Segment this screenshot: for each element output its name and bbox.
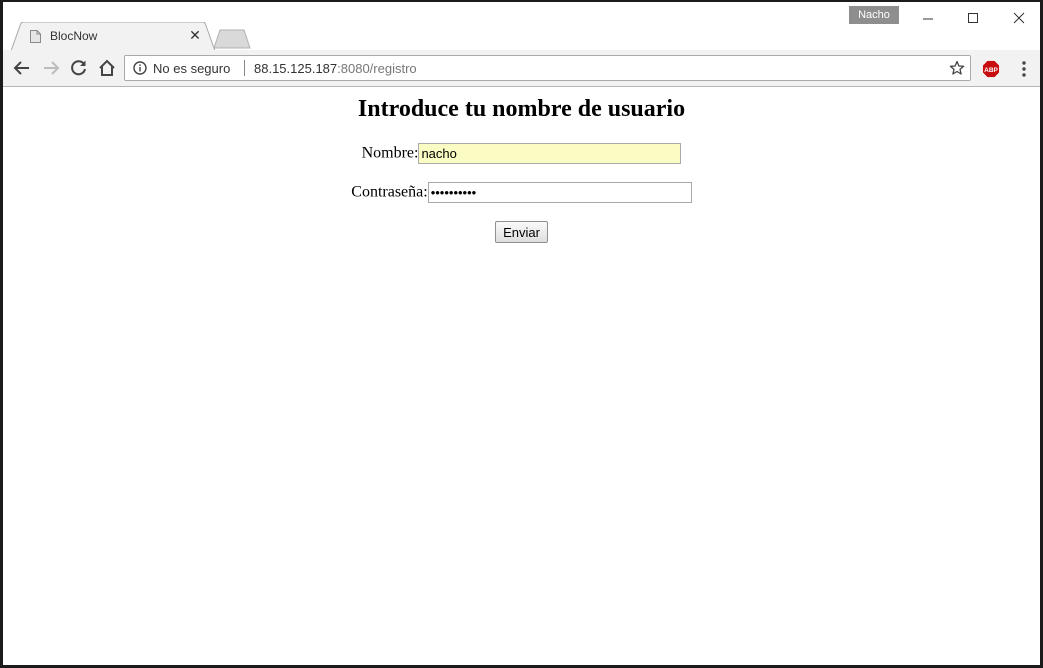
page-content: Introduce tu nombre de usuario Nombre: C… xyxy=(3,87,1040,665)
maximize-icon xyxy=(968,13,978,23)
adblock-icon[interactable]: ABP xyxy=(982,60,1000,78)
title-bar: BlocNow ✕ Nacho xyxy=(3,2,1040,51)
page-icon xyxy=(30,30,41,43)
adblock-label: ABP xyxy=(984,67,998,74)
name-row: Nombre: xyxy=(3,143,1040,164)
name-label: Nombre: xyxy=(361,144,419,162)
tab-blocnow[interactable]: BlocNow ✕ xyxy=(11,22,215,51)
info-icon[interactable] xyxy=(133,61,147,75)
new-tab-button[interactable] xyxy=(213,29,251,49)
bookmark-star-icon[interactable] xyxy=(949,60,965,76)
address-bar[interactable]: No es seguro 88.15.125.187:8080/registro xyxy=(124,55,971,81)
address-divider xyxy=(244,60,245,76)
url-host: 88.15.125.187 xyxy=(254,61,338,76)
back-icon[interactable] xyxy=(13,59,31,77)
security-status-text[interactable]: No es seguro xyxy=(153,61,230,76)
name-input[interactable] xyxy=(418,143,682,164)
minimize-button[interactable] xyxy=(914,6,944,30)
maximize-button[interactable] xyxy=(959,6,989,30)
url-text[interactable]: 88.15.125.187:8080/registro xyxy=(254,61,417,76)
submit-row: Enviar xyxy=(3,221,1040,243)
reload-icon[interactable] xyxy=(70,59,88,77)
password-label: Contraseña: xyxy=(351,183,428,201)
password-input[interactable] xyxy=(427,182,692,203)
close-window-button[interactable] xyxy=(1005,6,1035,30)
home-icon[interactable] xyxy=(98,59,116,77)
page-title: Introduce tu nombre de usuario xyxy=(357,96,686,122)
menu-icon[interactable] xyxy=(1016,60,1032,78)
tab-close-icon[interactable]: ✕ xyxy=(188,28,202,42)
url-path: :8080/registro xyxy=(337,61,417,76)
forward-icon[interactable] xyxy=(42,59,60,77)
submit-button[interactable]: Enviar xyxy=(495,221,548,243)
browser-toolbar: No es seguro 88.15.125.187:8080/registro… xyxy=(3,50,1040,87)
password-row: Contraseña: xyxy=(3,182,1040,203)
browser-window: BlocNow ✕ Nacho No es seguro 88.15.125.1… xyxy=(0,0,1043,668)
close-icon xyxy=(1013,12,1025,24)
minimize-icon xyxy=(923,18,933,20)
profile-badge[interactable]: Nacho xyxy=(849,6,899,24)
tab-title: BlocNow xyxy=(50,29,98,43)
